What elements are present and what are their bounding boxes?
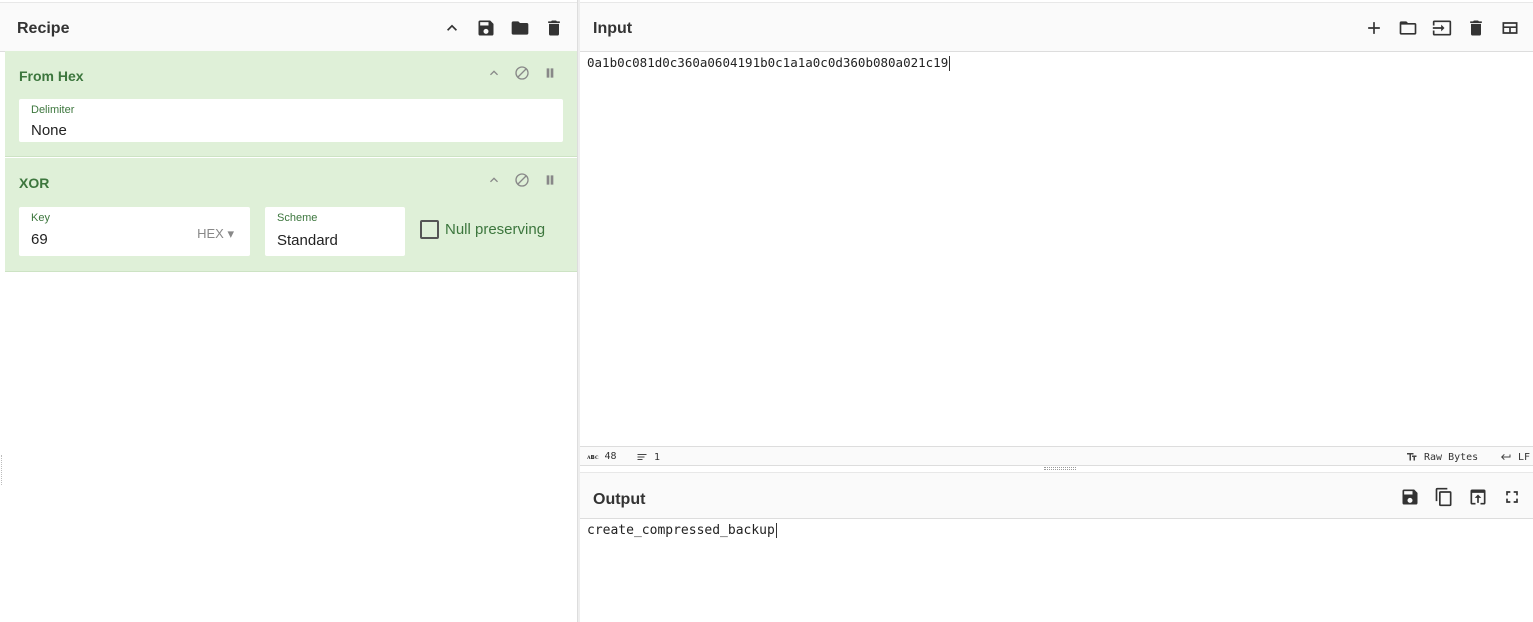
open-folder-button[interactable] [1431,17,1453,39]
collapse-all-button[interactable] [441,17,463,39]
encoding-button[interactable]: Raw Bytes [1406,451,1478,463]
eol-label: LF [1518,451,1531,463]
encoding-label: Raw Bytes [1424,451,1479,463]
output-textarea[interactable]: create_compressed_backup [580,519,1533,622]
open-file-button[interactable] [1397,17,1419,39]
key-format-label: HEX [197,226,224,241]
input-lines: 1 [654,451,661,463]
output-toolbar [1399,486,1523,508]
delimiter-value: None [31,122,67,139]
fullscreen-icon [1506,491,1518,503]
input-lines-stat: 1 [636,451,660,463]
pause-icon [546,175,554,185]
reset-layout-button[interactable] [1499,17,1521,39]
load-recipe-button[interactable] [509,17,531,39]
io-resize-handle[interactable] [1044,467,1076,470]
disable-operation-button[interactable] [513,64,531,82]
chevron-up-icon [490,177,498,183]
key-label: Key [31,212,50,224]
breakpoint-button[interactable] [541,171,559,189]
caret-down-icon: ▾ [227,226,234,241]
null-preserving-checkbox[interactable] [420,220,439,239]
input-textarea[interactable]: 0a1b0c081d0c360a0604191b0c1a1a0c0d360b08… [580,51,1533,446]
save-icon [1402,489,1418,505]
chevron-up-icon [447,24,457,31]
recipe-toolbar [441,17,565,39]
folder-icon [511,21,529,35]
import-icon [1432,20,1452,36]
eol-button[interactable]: LF [1500,451,1530,463]
save-icon [478,20,494,36]
null-preserving-option: Null preserving [420,220,545,239]
input-title: Input [593,20,633,37]
plus-icon [1368,22,1380,34]
input-toolbar [1363,17,1521,39]
layout-icon [1502,22,1518,34]
pause-icon [546,68,554,78]
add-input-button[interactable] [1363,17,1385,39]
text-caret [949,56,951,71]
input-status-bar: ᴀʙᴄ 48 1 Raw Bytes LF [580,446,1533,466]
resize-handle[interactable] [1,455,4,485]
operation-title: XOR [19,175,50,191]
operation-from-hex: From Hex Delimiter None [5,51,577,157]
text-caret [775,523,777,538]
return-icon [1501,454,1511,460]
save-output-button[interactable] [1399,486,1421,508]
replace-input-icon [1470,489,1486,505]
clear-input-button[interactable] [1465,17,1487,39]
replace-input-button[interactable] [1467,486,1489,508]
operation-controls [485,171,559,189]
trash-icon [548,20,560,36]
input-length-stat: ᴀʙᴄ 48 [587,451,617,462]
operation-controls [485,64,559,82]
recipe-pane: Recipe From Hex Delimiter None XOR Key 6… [0,0,578,622]
copy-output-button[interactable] [1433,486,1455,508]
text-format-icon [1407,453,1417,461]
disable-icon [515,173,529,187]
scheme-value: Standard [277,232,338,249]
recipe-header: Recipe [0,2,577,52]
input-text: 0a1b0c081d0c360a0604191b0c1a1a0c0d360b08… [587,55,949,70]
delimiter-field[interactable]: Delimiter None [19,99,563,142]
input-header: Input [580,2,1533,52]
key-format-dropdown[interactable]: HEX ▾ [197,226,234,242]
output-text: create_compressed_backup [587,523,775,538]
length-icon: ᴀʙᴄ [587,452,599,461]
disable-operation-button[interactable] [513,171,531,189]
operation-xor: XOR Key 69 HEX ▾ Scheme Standard Null pr… [5,158,577,272]
chevron-up-icon [490,70,498,76]
folder-icon [1399,21,1417,35]
recipe-title: Recipe [17,20,70,37]
scheme-field[interactable]: Scheme Standard [265,207,405,256]
breakpoint-button[interactable] [541,64,559,82]
disable-icon [515,66,529,80]
scheme-label: Scheme [277,212,318,224]
lines-icon [637,454,647,460]
clear-recipe-button[interactable] [543,17,565,39]
null-preserving-label[interactable]: Null preserving [445,221,545,238]
operation-title: From Hex [19,68,84,84]
collapse-operation-button[interactable] [485,171,503,189]
delimiter-label: Delimiter [31,104,75,116]
maximise-output-button[interactable] [1501,486,1523,508]
collapse-operation-button[interactable] [485,64,503,82]
key-value: 69 [31,231,48,248]
output-title: Output [593,491,646,508]
save-recipe-button[interactable] [475,17,497,39]
key-field[interactable]: Key 69 HEX ▾ [19,207,250,256]
output-header: Output [580,472,1533,519]
copy-icon [1435,487,1452,507]
input-length: 48 [604,451,617,462]
io-pane: Input 0a1b0c081d0c360a0604191b0c1a1a0c0d… [580,0,1533,622]
trash-icon [1470,20,1482,36]
